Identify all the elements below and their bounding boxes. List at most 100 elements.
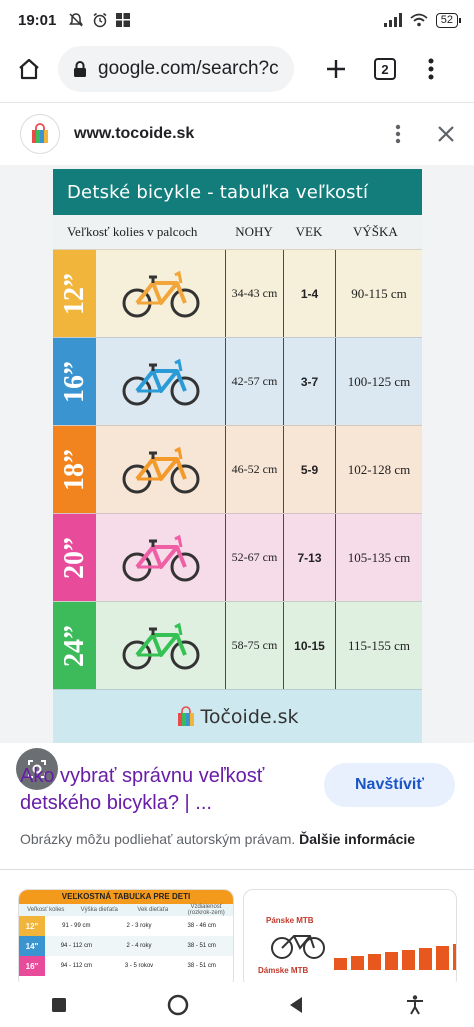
site-logo[interactable] [20, 114, 60, 154]
legs-cell: 46-52 cm [225, 426, 283, 513]
system-nav-bar [0, 982, 474, 1027]
browser-menu-button[interactable] [408, 58, 454, 80]
chart-header-row: Veľkosť kolies v palcoch NOHY VEK VÝŠKA [53, 215, 422, 249]
recents-button[interactable] [0, 997, 119, 1013]
bicycle-icon [122, 446, 199, 493]
status-bar: 19:01 52 [0, 0, 474, 40]
thumb1-age: 2 - 3 roky [126, 923, 152, 929]
chart-rows: 12” 34-43 cm 1-4 90-115 cm 16” 42-57 cm 3-7 100… [53, 249, 422, 689]
size-badge: 24” [53, 602, 96, 689]
back-icon [290, 996, 303, 1013]
thumb2-bar [334, 958, 347, 970]
back-button[interactable] [237, 996, 356, 1014]
chart-row: 16” 42-57 cm 3-7 100-125 cm [53, 337, 422, 425]
col-header-legs: NOHY [235, 224, 273, 239]
more-vert-icon [428, 58, 434, 80]
thumb2-bar [419, 948, 432, 970]
related-image-2[interactable]: Pánske MTB Dámske MTB [243, 889, 457, 989]
visit-button[interactable]: Navštíviť [324, 763, 455, 807]
thumb1-title: VEĽKOSTNÁ TABUĽKA PRE DETI [19, 890, 233, 904]
age-cell: 5-9 [283, 426, 335, 513]
home-button[interactable] [0, 57, 58, 81]
result-title-link[interactable]: Ako vybrať správnu veľkosť detského bicy… [20, 763, 310, 817]
legs-cell: 42-57 cm [225, 338, 283, 425]
thumb2-bars [334, 944, 456, 970]
thumb2-bar [402, 950, 415, 970]
bicycle-icon [122, 358, 199, 405]
thumb1-height: 94 - 112 cm [60, 963, 92, 969]
size-badge: 18” [53, 426, 96, 513]
wheel-size: 16” [58, 360, 90, 403]
chart-footer-brand: Točoide.sk [200, 705, 299, 728]
chart-title: Detské bicykle - tabuľka veľkostí [67, 181, 369, 203]
thumb2-bar [385, 952, 398, 970]
thumb1-size: 12" [19, 916, 45, 936]
sheet-close-button[interactable] [418, 125, 474, 143]
shopping-bag-logo-icon [32, 123, 48, 143]
url-text: google.com/search?c [98, 58, 279, 79]
legs-cell: 58-75 cm [225, 602, 283, 689]
wheel-size: 18” [58, 448, 90, 491]
site-info-icon[interactable] [72, 60, 88, 78]
height-cell: 105-135 cm [335, 514, 422, 601]
size-chart-image: Detské bicykle - tabuľka veľkostí Veľkos… [53, 169, 422, 743]
thumb1-age: 3 - 5 rokov [124, 963, 154, 969]
accessibility-button[interactable] [356, 994, 474, 1015]
new-tab-button[interactable] [310, 58, 362, 80]
thumb2-label-men: Pánske MTB [266, 916, 314, 925]
bike-cell [96, 338, 225, 425]
related-image-1[interactable]: VEĽKOSTNÁ TABUĽKA PRE DETI Veľkosť kolie… [18, 889, 234, 989]
thumb1-col-age: Vek dieťaťa [137, 907, 169, 913]
thumb1-height: 94 - 112 cm [60, 943, 92, 949]
wheel-size: 24” [58, 624, 90, 667]
more-vert-icon [395, 124, 401, 144]
thumb1-inseam: 38 - 51 cm [187, 963, 216, 969]
preview-image-area[interactable]: Detské bicykle - tabuľka veľkostí Veľkos… [0, 165, 474, 790]
thumb2-bar [453, 944, 456, 970]
size-badge: 16” [53, 338, 96, 425]
home-icon [19, 58, 39, 80]
chart-footer: Točoide.sk [53, 689, 422, 743]
size-badge: 20” [53, 514, 96, 601]
size-badge: 12” [53, 250, 96, 337]
col-header-size: Veľkosť kolies v palcoch [67, 224, 198, 239]
height-cell: 115-155 cm [335, 602, 422, 689]
image-detail-sheet: www.tocoide.sk Detské bicykle - tabuľka … [0, 102, 474, 989]
wheel-size: 12” [58, 272, 90, 315]
thumb1-row: 12" 91 - 99 cm 2 - 3 roky 38 - 46 cm [19, 916, 233, 936]
tab-switcher-button[interactable]: 2 [362, 58, 408, 80]
chart-title-bar: Detské bicykle - tabuľka veľkostí [53, 169, 422, 215]
signal-icon [383, 13, 402, 27]
address-bar[interactable]: google.com/search?c [58, 46, 294, 92]
wheel-size: 20” [58, 536, 90, 579]
col-header-height: VÝŠKA [353, 224, 398, 239]
windows-icon [116, 13, 131, 27]
thumb2-bar [436, 946, 449, 970]
thumb1-col-inseam: Vzdialenosť (rozkrok-zem) [187, 904, 225, 916]
battery-indicator: 52 [435, 12, 462, 28]
sheet-more-button[interactable] [378, 124, 418, 144]
close-icon [438, 126, 454, 142]
wifi-icon [410, 13, 428, 27]
bicycle-icon [122, 270, 199, 317]
divider [0, 869, 474, 870]
site-name[interactable]: www.tocoide.sk [74, 125, 194, 143]
thumb1-header: Veľkosť kolies Výška dieťaťa Vek dieťaťa… [19, 904, 233, 916]
home-circle-icon [167, 994, 188, 1015]
copyright-notice: Obrázky môžu podliehať autorským právam.… [20, 831, 415, 847]
thumb1-col-height: Výška dieťaťa [80, 907, 118, 913]
age-cell: 3-7 [283, 338, 335, 425]
accessibility-icon [406, 994, 423, 1014]
height-cell: 90-115 cm [335, 250, 422, 337]
mtb-bike-icon [271, 935, 325, 959]
legs-cell: 34-43 cm [225, 250, 283, 337]
thumb1-inseam: 38 - 51 cm [187, 943, 216, 949]
thumb2-bar [368, 954, 381, 970]
thumb1-row: 14" 94 - 112 cm 2 - 4 roky 38 - 51 cm [19, 936, 233, 956]
chart-row: 12” 34-43 cm 1-4 90-115 cm [53, 249, 422, 337]
more-info-link[interactable]: Ďalšie informácie [299, 831, 415, 847]
home-nav-button[interactable] [119, 994, 238, 1016]
thumb1-age: 2 - 4 roky [126, 943, 152, 949]
copyright-text: Obrázky môžu podliehať autorským právam. [20, 831, 296, 847]
height-cell: 100-125 cm [335, 338, 422, 425]
